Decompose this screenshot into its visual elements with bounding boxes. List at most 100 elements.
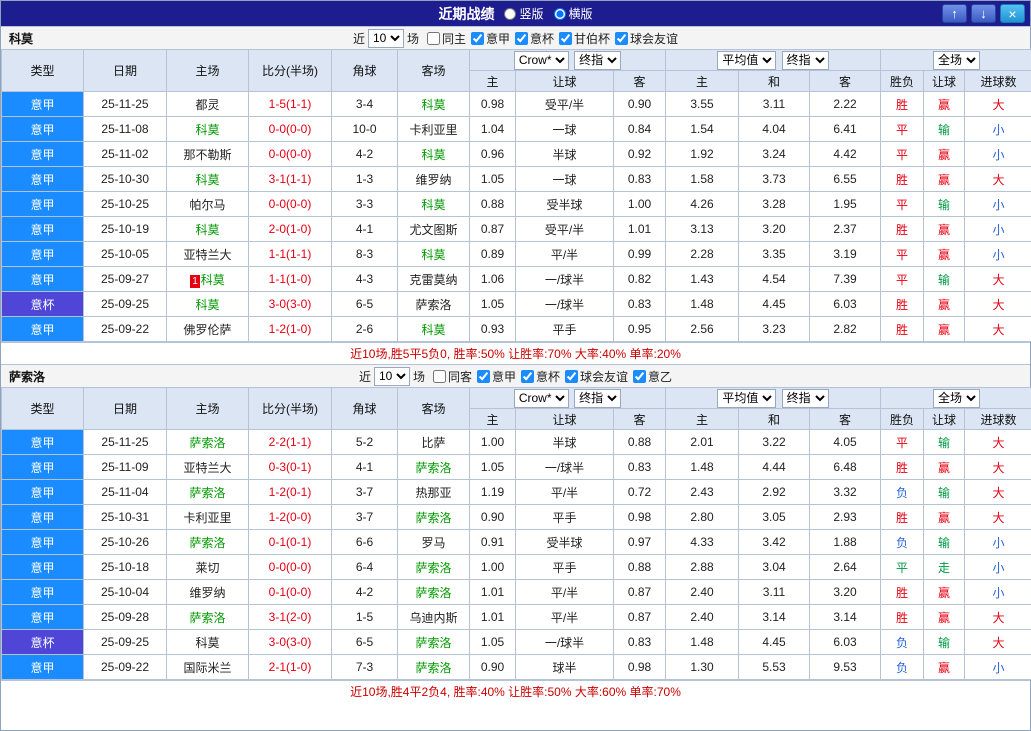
filter-checkbox-label: 意甲 xyxy=(491,369,516,384)
col-header-asia-home: 主 xyxy=(469,70,516,92)
move-down-button[interactable]: ↓ xyxy=(971,4,996,23)
filter-checkbox[interactable] xyxy=(521,369,534,383)
vertical-radio[interactable] xyxy=(504,7,517,20)
cell-corner-score: 10-0 xyxy=(331,116,398,142)
filter-checkbox-item[interactable]: 意杯 xyxy=(521,368,560,385)
cell-handicap-result: 赢 xyxy=(923,291,966,317)
scope-select-cell: 全场 xyxy=(880,387,1031,409)
cell-handicap-result: 输 xyxy=(923,429,966,455)
layout-radio-horizontal[interactable]: 横版 xyxy=(553,5,593,22)
cell-asia-away-odds: 0.87 xyxy=(613,604,666,630)
cell-match-date: 25-10-30 xyxy=(83,166,167,192)
cell-handicap-result: 输 xyxy=(923,266,966,292)
cell-handicap-result: 赢 xyxy=(923,579,966,605)
cell-home-team: 亚特兰大 xyxy=(166,241,249,267)
cell-away-team: 维罗纳 xyxy=(397,166,470,192)
filter-checkbox[interactable] xyxy=(470,31,484,45)
filter-checkbox-item[interactable]: 意乙 xyxy=(633,368,672,385)
filter-checkbox[interactable] xyxy=(565,369,579,383)
asia-odds-select-cell: Crow* 终指 xyxy=(469,49,666,71)
bookmaker-select[interactable]: Crow* xyxy=(513,388,569,408)
filter-checkbox[interactable] xyxy=(426,31,440,45)
euro-average-select[interactable]: 平均值 xyxy=(717,50,777,70)
cell-asia-away-odds: 0.95 xyxy=(613,316,666,342)
scope-select[interactable]: 全场 xyxy=(933,388,981,408)
euro-index-select[interactable]: 终指 xyxy=(781,388,829,408)
cell-match-result: 平 xyxy=(880,241,925,267)
cell-euro-home-odds: 2.28 xyxy=(665,241,739,267)
horizontal-radio[interactable] xyxy=(553,7,566,20)
cell-asia-handicap: 平手 xyxy=(515,504,614,530)
cell-euro-away-odds: 9.53 xyxy=(808,654,882,680)
col-header-date: 日期 xyxy=(83,49,167,92)
cell-league-type: 意甲 xyxy=(1,504,84,530)
cell-match-result: 负 xyxy=(880,629,925,655)
filter-checkbox-label: 意甲 xyxy=(485,31,510,46)
cell-asia-away-odds: 0.72 xyxy=(613,479,666,505)
cell-home-team: 都灵 xyxy=(166,91,249,117)
cell-euro-home-odds: 1.48 xyxy=(665,454,739,480)
cell-score: 3-0(3-0) xyxy=(248,291,332,317)
cell-league-type: 意杯 xyxy=(1,291,84,317)
cell-euro-away-odds: 2.82 xyxy=(808,316,882,342)
cell-euro-away-odds: 6.55 xyxy=(808,166,882,192)
filter-checkbox-item[interactable]: 意甲 xyxy=(470,30,510,47)
cell-goals-result: 小 xyxy=(964,191,1031,217)
filter-checkbox-item[interactable]: 球会友谊 xyxy=(615,30,678,47)
filter-checkbox-item[interactable]: 意杯 xyxy=(515,30,554,47)
cell-asia-home-odds: 1.00 xyxy=(469,554,516,580)
cell-match-date: 25-10-04 xyxy=(83,579,167,605)
filter-checkbox[interactable] xyxy=(476,369,490,383)
scope-select[interactable]: 全场 xyxy=(933,50,981,70)
cell-league-type: 意杯 xyxy=(1,629,84,655)
match-count-select[interactable]: 10 xyxy=(373,366,410,386)
filter-checkbox[interactable] xyxy=(559,31,573,45)
match-row: 意杯 25-09-25 科莫 3-0(3-0) 6-5 萨索洛 1.05 一/球半 0.83 1.… xyxy=(1,291,1031,317)
close-button[interactable]: × xyxy=(1000,4,1025,23)
cell-away-team: 科莫 xyxy=(397,191,470,217)
bookmaker-select[interactable]: Crow* xyxy=(513,50,569,70)
cell-match-date: 25-09-22 xyxy=(83,654,167,680)
cell-euro-draw-odds: 4.45 xyxy=(738,629,810,655)
cell-corner-score: 6-5 xyxy=(331,629,398,655)
filter-checkbox[interactable] xyxy=(515,31,528,45)
cell-handicap-result: 赢 xyxy=(923,504,966,530)
asia-index-select[interactable]: 终指 xyxy=(574,388,622,408)
filter-checkbox-item[interactable]: 同客 xyxy=(432,368,472,385)
vertical-radio-label: 竖版 xyxy=(519,7,544,21)
cell-match-date: 25-09-25 xyxy=(83,629,167,655)
filter-checkbox[interactable] xyxy=(633,369,647,383)
cell-asia-handicap: 平手 xyxy=(515,316,614,342)
filter-checkbox-label: 同主 xyxy=(441,31,466,46)
cell-goals-result: 大 xyxy=(964,604,1031,630)
cell-score: 1-2(0-0) xyxy=(248,504,332,530)
cell-euro-away-odds: 3.32 xyxy=(808,479,882,505)
filter-checkbox-item[interactable]: 意甲 xyxy=(476,368,516,385)
filter-checkbox-item[interactable]: 球会友谊 xyxy=(565,368,628,385)
filter-checkbox[interactable] xyxy=(615,31,629,45)
cell-league-type: 意甲 xyxy=(1,266,84,292)
titlebar: 近期战绩 竖版 横版 ↑ ↓ × xyxy=(1,1,1030,26)
cell-home-team: 科莫 xyxy=(166,116,249,142)
euro-average-select[interactable]: 平均值 xyxy=(717,388,777,408)
cell-asia-home-odds: 1.01 xyxy=(469,579,516,605)
move-up-button[interactable]: ↑ xyxy=(942,4,967,23)
match-row: 意杯 25-09-25 科莫 3-0(3-0) 6-5 萨索洛 1.05 一/球半 0.83 1.… xyxy=(1,629,1031,655)
euro-index-select[interactable]: 终指 xyxy=(781,50,829,70)
match-count-select[interactable]: 10 xyxy=(367,28,404,48)
cell-euro-home-odds: 1.48 xyxy=(665,629,739,655)
cell-handicap-result: 输 xyxy=(923,629,966,655)
layout-radio-vertical[interactable]: 竖版 xyxy=(504,5,544,22)
col-header-euro-draw: 和 xyxy=(738,408,810,430)
filter-checkbox-item[interactable]: 甘伯杯 xyxy=(559,30,610,47)
cell-match-result: 胜 xyxy=(880,91,925,117)
cell-euro-draw-odds: 3.35 xyxy=(738,241,810,267)
cell-asia-home-odds: 0.91 xyxy=(469,529,516,555)
cell-asia-away-odds: 0.99 xyxy=(613,241,666,267)
asia-index-select[interactable]: 终指 xyxy=(574,50,622,70)
euro-odds-select-cell: 平均值 终指 xyxy=(664,387,882,409)
filter-checkbox-item[interactable]: 同主 xyxy=(426,30,466,47)
filter-checkbox[interactable] xyxy=(432,369,446,383)
col-header-let-result: 让球 xyxy=(923,70,966,92)
cell-asia-away-odds: 0.92 xyxy=(613,141,666,167)
